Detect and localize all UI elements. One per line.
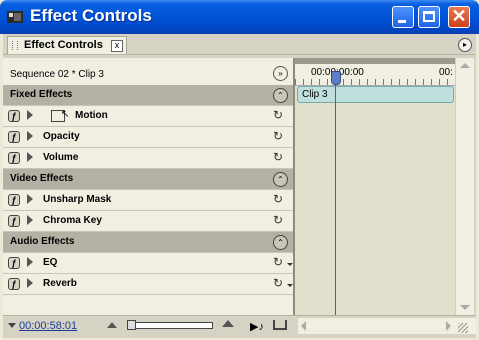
expand-triangle-icon[interactable]: [27, 257, 33, 267]
fx-toggle-icon[interactable]: ƒ: [8, 278, 20, 290]
title-bar: Effect Controls ✕: [0, 0, 479, 34]
close-icon: ✕: [451, 6, 467, 26]
fx-toggle-icon[interactable]: ƒ: [8, 215, 20, 227]
reset-icon[interactable]: ↻: [273, 192, 283, 206]
close-window-button[interactable]: ✕: [448, 6, 470, 28]
effect-name: Chroma Key: [43, 215, 102, 226]
section-label: Fixed Effects: [10, 89, 73, 100]
panel-tab-row: Effect Controls x ▸: [3, 34, 476, 55]
playhead-line[interactable]: [335, 72, 336, 315]
reset-icon[interactable]: ↻: [273, 108, 283, 122]
playhead-handle-icon[interactable]: [331, 71, 341, 85]
resize-grip-icon[interactable]: [458, 323, 468, 333]
ruler-ticks: [295, 79, 455, 85]
clip-bar[interactable]: Clip 3: [297, 86, 454, 103]
audio-play-icon[interactable]: ▶♪: [250, 320, 264, 333]
timecode-menu-icon[interactable]: [8, 323, 16, 328]
zoom-in-icon[interactable]: [222, 320, 234, 327]
maximize-icon: [423, 11, 435, 22]
effect-row-eq[interactable]: ƒ EQ ↻: [3, 253, 293, 274]
panel-divider[interactable]: [293, 58, 295, 315]
scroll-up-arrow-icon[interactable]: [460, 63, 470, 68]
premiere-app-icon: [7, 11, 23, 23]
fx-toggle-icon[interactable]: ƒ: [8, 194, 20, 206]
effect-row-opacity[interactable]: ƒ Opacity ↻: [3, 127, 293, 148]
collapse-button[interactable]: ⌃: [273, 235, 288, 250]
show-hide-timeline-button[interactable]: »: [273, 66, 288, 81]
sequence-clip-label: Sequence 02 * Clip 3: [10, 69, 104, 80]
zoom-slider[interactable]: [127, 322, 213, 329]
motion-cursor-icon: ↖: [61, 109, 70, 120]
effect-row-reverb[interactable]: ƒ Reverb ↻: [3, 274, 293, 295]
minimize-button[interactable]: [392, 6, 414, 28]
section-fixed-effects[interactable]: Fixed Effects ⌃: [3, 85, 293, 106]
panel-menu-button[interactable]: ▸: [458, 38, 472, 52]
clip-label: Clip 3: [302, 89, 328, 100]
effect-name: Motion: [75, 110, 108, 121]
reset-icon[interactable]: ↻: [273, 150, 283, 164]
zoom-out-icon[interactable]: [107, 322, 117, 328]
zoom-bar[interactable]: [295, 58, 455, 64]
zoom-slider-thumb[interactable]: [127, 320, 136, 330]
effect-row-unsharp-mask[interactable]: ƒ Unsharp Mask ↻: [3, 190, 293, 211]
effect-name: Reverb: [43, 278, 77, 289]
effect-row-volume[interactable]: ƒ Volume ↻: [3, 148, 293, 169]
section-audio-effects[interactable]: Audio Effects ⌃: [3, 232, 293, 253]
tab-label: Effect Controls: [24, 39, 103, 51]
fx-toggle-icon[interactable]: ƒ: [8, 131, 20, 143]
maximize-button[interactable]: [418, 6, 440, 28]
window-title: Effect Controls: [30, 6, 152, 25]
effect-name: Unsharp Mask: [43, 194, 112, 205]
ruler-timecode-end: 00:: [439, 67, 453, 78]
time-ruler[interactable]: 00:00:00:00 00:: [295, 58, 455, 86]
tab-effect-controls[interactable]: Effect Controls x: [7, 36, 127, 54]
minimize-icon: [398, 20, 406, 23]
tab-close-button[interactable]: x: [111, 40, 123, 52]
expand-triangle-icon[interactable]: [27, 194, 33, 204]
expand-triangle-icon[interactable]: [27, 278, 33, 288]
sequence-row: Sequence 02 * Clip 3 »: [3, 58, 293, 86]
fx-toggle-icon[interactable]: ƒ: [8, 110, 20, 122]
expand-triangle-icon[interactable]: [27, 152, 33, 162]
reset-icon[interactable]: ↻: [273, 129, 283, 143]
section-label: Audio Effects: [10, 236, 75, 247]
fx-toggle-icon[interactable]: ƒ: [8, 257, 20, 269]
section-video-effects[interactable]: Video Effects ⌃: [3, 169, 293, 190]
horizontal-scrollbar[interactable]: [298, 318, 476, 334]
bottom-bar: 00:00:58:01 ▶♪: [3, 315, 476, 338]
expand-triangle-icon[interactable]: [27, 215, 33, 225]
effect-row-chroma-key[interactable]: ƒ Chroma Key ↻: [3, 211, 293, 232]
reset-icon[interactable]: ↻: [273, 213, 283, 227]
effect-name: Opacity: [43, 131, 80, 142]
expand-triangle-icon[interactable]: [27, 110, 33, 120]
expand-triangle-icon[interactable]: [27, 131, 33, 141]
reset-icon[interactable]: ↻: [273, 255, 283, 269]
scroll-down-arrow-icon[interactable]: [460, 305, 470, 310]
scroll-left-arrow-icon[interactable]: [301, 321, 306, 331]
scroll-right-arrow-icon[interactable]: [446, 321, 451, 331]
export-icon[interactable]: [273, 320, 287, 330]
section-label: Video Effects: [10, 173, 74, 184]
effect-row-motion[interactable]: ƒ ↖ Motion ↻: [3, 106, 293, 127]
current-timecode[interactable]: 00:00:58:01: [19, 320, 77, 332]
fx-toggle-icon[interactable]: ƒ: [8, 152, 20, 164]
drag-grip-icon[interactable]: [12, 41, 18, 50]
collapse-button[interactable]: ⌃: [273, 172, 288, 187]
effect-name: EQ: [43, 257, 58, 268]
reset-icon[interactable]: ↻: [273, 276, 283, 290]
collapse-button[interactable]: ⌃: [273, 88, 288, 103]
effect-name: Volume: [43, 152, 79, 163]
vertical-scrollbar[interactable]: [455, 58, 474, 315]
